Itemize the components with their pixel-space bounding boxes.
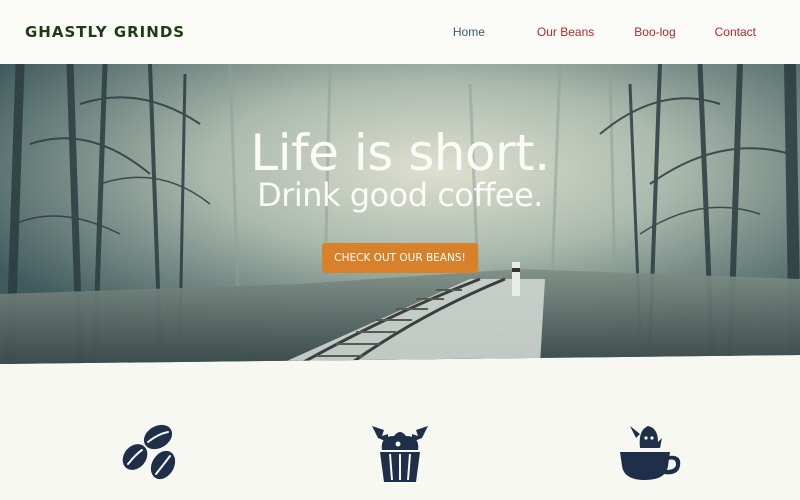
site-header: GHASTLY GRINDS Home Our Beans Boo-log Co… — [0, 0, 800, 64]
main-nav: Home Our Beans Boo-log Contact — [453, 25, 756, 39]
features-section — [0, 400, 800, 500]
bat-cupcake-icon — [372, 426, 428, 482]
hero-subheadline: Drink good coffee. — [257, 176, 543, 214]
hero-section: Life is short. Drink good coffee. CHECK … — [0, 64, 800, 364]
hero-forest-image — [0, 64, 800, 364]
nav-boo-log[interactable]: Boo-log — [634, 25, 675, 39]
hero-headline: Life is short. — [250, 124, 550, 182]
nav-home[interactable]: Home — [453, 25, 485, 39]
nav-our-beans[interactable]: Our Beans — [537, 25, 594, 39]
coffee-beans-icon — [122, 424, 176, 480]
ghost-coffee-cup-icon — [620, 426, 681, 480]
site-logo[interactable]: GHASTLY GRINDS — [25, 23, 185, 41]
check-out-beans-button[interactable]: CHECK OUT OUR BEANS! — [322, 243, 478, 273]
hero-headline-block: Life is short. Drink good coffee. — [0, 124, 800, 212]
nav-contact[interactable]: Contact — [715, 25, 756, 39]
